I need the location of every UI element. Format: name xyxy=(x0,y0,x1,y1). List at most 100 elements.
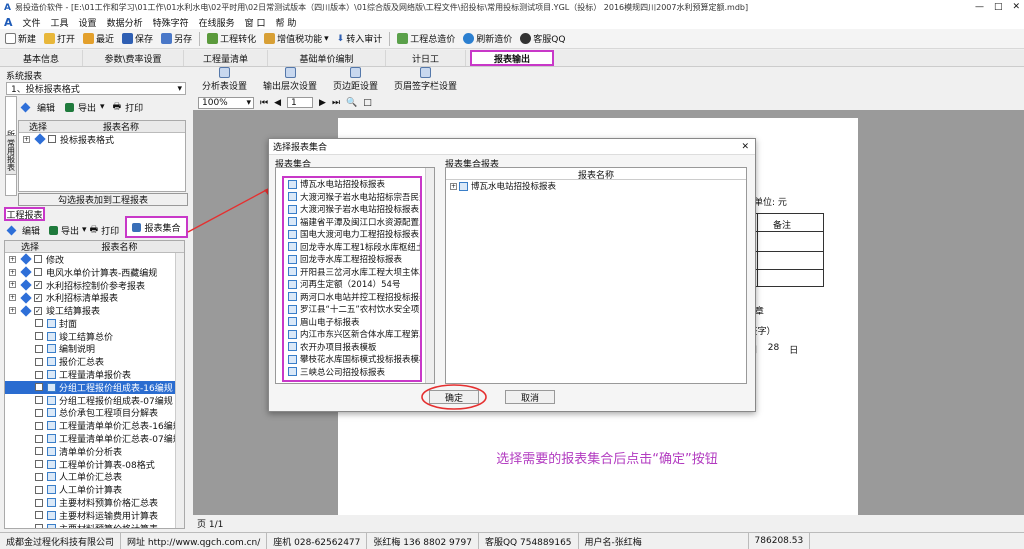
table-row[interactable]: 工程量清单报价表 xyxy=(5,368,184,381)
table-row[interactable]: 工程量清单单价汇总表-07编规 xyxy=(5,432,184,445)
zoom-select[interactable]: 100% ▾ xyxy=(198,96,254,109)
sys-edit-button[interactable]: 编辑 xyxy=(37,101,55,114)
service-qq-button[interactable]: 客服QQ xyxy=(517,31,568,46)
menu-help[interactable]: 帮 助 xyxy=(275,16,296,29)
last-page-icon[interactable]: ⏭ xyxy=(332,98,340,108)
table-row[interactable]: + 修改 xyxy=(5,253,184,266)
checkbox[interactable] xyxy=(35,408,43,417)
checkbox[interactable] xyxy=(35,421,43,430)
table-row[interactable]: 编制说明 xyxy=(5,343,184,355)
checkbox[interactable]: ✓ xyxy=(34,293,42,302)
header-sign-button[interactable]: 页眉签字栏设置 xyxy=(391,66,460,93)
analysis-settings-button[interactable]: 分析表设置 xyxy=(199,66,250,93)
checkbox[interactable] xyxy=(35,485,43,494)
expand-icon[interactable]: + xyxy=(9,281,16,289)
table-row[interactable]: 总价承包工程项目分解表 xyxy=(5,407,184,419)
new-button[interactable]: 新建 xyxy=(2,31,39,46)
scrollbar[interactable] xyxy=(425,168,434,383)
table-row[interactable]: + 电风水单价计算表-西藏编规 xyxy=(5,266,184,279)
proj-edit-button[interactable]: 编辑 xyxy=(22,224,40,237)
list-item[interactable]: 两河口水电站并控工程招投标报表 xyxy=(288,291,420,304)
list-item[interactable]: 博瓦水电站招投标报表 xyxy=(288,178,420,191)
checkbox[interactable] xyxy=(35,396,43,405)
list-item[interactable]: + 博瓦水电站招投标报表 xyxy=(446,180,746,193)
list-item[interactable]: 开阳县三岔河水库工程大坝主体工 xyxy=(288,266,420,279)
expand-icon[interactable]: + xyxy=(9,255,16,263)
table-row[interactable]: + ✓ 竣工结算报表 xyxy=(5,304,184,317)
table-row[interactable]: 主要材料预算价格计算表 xyxy=(5,522,184,528)
minimize-button[interactable]: — xyxy=(975,2,984,12)
margin-settings-button[interactable]: 页边距设置 xyxy=(330,66,381,93)
cancel-button[interactable]: 取消 xyxy=(505,390,555,404)
table-row[interactable]: + ✓ 水利招标控制价参考报表 xyxy=(5,279,184,291)
tab-report-output[interactable]: 报表输出 xyxy=(470,50,554,66)
project-convert-button[interactable]: 工程转化 xyxy=(204,31,259,46)
list-item[interactable]: 福建省平潭及闽江口水资源配置工 xyxy=(288,216,420,229)
next-page-icon[interactable]: ▶ xyxy=(319,98,326,108)
tab-unit-price[interactable]: 基础单价编制 xyxy=(268,50,386,66)
save-button[interactable]: 保存 xyxy=(119,31,156,46)
list-item[interactable]: 攀枝花水库国标模式投标报表模板 xyxy=(288,353,420,366)
sys-export-button[interactable]: 导出 xyxy=(78,101,96,114)
checkbox[interactable] xyxy=(35,511,43,520)
checkbox[interactable] xyxy=(35,319,43,328)
tab-daywork[interactable]: 计日工 xyxy=(386,50,466,66)
tab-basic-info[interactable]: 基本信息 xyxy=(0,50,83,66)
refresh-cost-button[interactable]: 刷新造价 xyxy=(460,31,515,46)
list-item[interactable]: 罗江县“十二五”农村饮水安全项 xyxy=(288,303,420,316)
tab-common-reports[interactable]: 常用报表 xyxy=(5,135,17,175)
checkbox[interactable] xyxy=(35,332,43,341)
list-item[interactable]: 回龙寺水库工程招投标报表 xyxy=(288,253,420,266)
checkbox[interactable] xyxy=(34,255,42,264)
table-row[interactable]: 封面 xyxy=(5,317,184,330)
maximize-button[interactable]: □ xyxy=(994,2,1003,12)
import-audit-button[interactable]: ⬇ 转入审计 xyxy=(334,31,386,46)
close-button[interactable]: ✕ xyxy=(1012,2,1020,12)
expand-icon[interactable]: + xyxy=(9,268,16,276)
list-item[interactable]: 河再生定额（2014）54号 xyxy=(288,278,420,291)
table-row[interactable]: 主要材料运输费用计算表 xyxy=(5,509,184,522)
list-item[interactable]: 回龙寺水库工程1标段水库枢纽土建 xyxy=(288,241,420,254)
scrollbar[interactable] xyxy=(175,253,184,528)
checkbox[interactable]: ✓ xyxy=(34,280,42,289)
table-row[interactable]: 竣工结算总价 xyxy=(5,330,184,343)
prev-page-icon[interactable]: ◀ xyxy=(274,98,281,108)
proj-export-button[interactable]: 导出 xyxy=(61,224,79,237)
table-row[interactable]: 人工单价汇总表 xyxy=(5,471,184,483)
table-row[interactable]: 报价汇总表 xyxy=(5,355,184,368)
first-page-icon[interactable]: ⏮ xyxy=(260,98,268,108)
menu-file[interactable]: 文件 xyxy=(23,16,41,29)
open-button[interactable]: 打开 xyxy=(41,31,78,46)
checkbox[interactable] xyxy=(35,472,43,481)
checkbox[interactable] xyxy=(35,460,43,469)
checkbox[interactable] xyxy=(35,344,43,353)
vat-function-button[interactable]: 增值税功能 ▾ xyxy=(261,31,332,46)
add-to-project-button[interactable]: 勾选报表加到工程报表 xyxy=(18,193,188,206)
list-item[interactable]: 大渡河猴子岩水电站招投标报表 xyxy=(288,203,420,216)
total-cost-button[interactable]: 工程总造价 xyxy=(394,31,458,46)
recent-button[interactable]: 最近 xyxy=(80,31,117,46)
page-input[interactable]: 1 xyxy=(287,97,314,108)
list-item[interactable]: 内江市东兴区新合体水库工程第工 xyxy=(288,328,420,341)
checkbox[interactable] xyxy=(35,447,43,456)
table-row[interactable]: 工程单价计算表-08格式 xyxy=(5,458,184,471)
checkbox[interactable] xyxy=(48,135,56,144)
menu-settings[interactable]: 设置 xyxy=(79,16,97,29)
table-row[interactable]: 主要材料预算价格汇总表 xyxy=(5,496,184,509)
list-item[interactable]: 眉山电子标报表 xyxy=(288,316,420,329)
menu-window[interactable]: 窗 口 xyxy=(245,16,266,29)
tab-bill-of-quantities[interactable]: 工程量清单 xyxy=(184,50,268,66)
close-icon[interactable]: ✕ xyxy=(741,142,749,152)
checkbox[interactable] xyxy=(35,498,43,507)
fullscreen-icon[interactable]: □ xyxy=(363,98,372,108)
expand-icon[interactable]: + xyxy=(9,294,16,302)
report-collection-button[interactable]: 报表集合 xyxy=(125,216,188,238)
checkbox[interactable] xyxy=(35,383,43,392)
list-item[interactable]: 大渡河猴子岩水电站招标宗吾民资源 xyxy=(288,191,420,204)
menu-online-service[interactable]: 在线服务 xyxy=(199,16,235,29)
table-row[interactable]: 工程量清单单价汇总表-16编规 xyxy=(5,419,184,432)
report-format-select[interactable]: 1、投标报表格式 ▾ xyxy=(6,82,186,95)
menu-data-analysis[interactable]: 数据分析 xyxy=(107,16,143,29)
menu-tools[interactable]: 工具 xyxy=(51,16,69,29)
website[interactable]: 网址 http://www.qgch.com.cn/ xyxy=(121,532,268,549)
